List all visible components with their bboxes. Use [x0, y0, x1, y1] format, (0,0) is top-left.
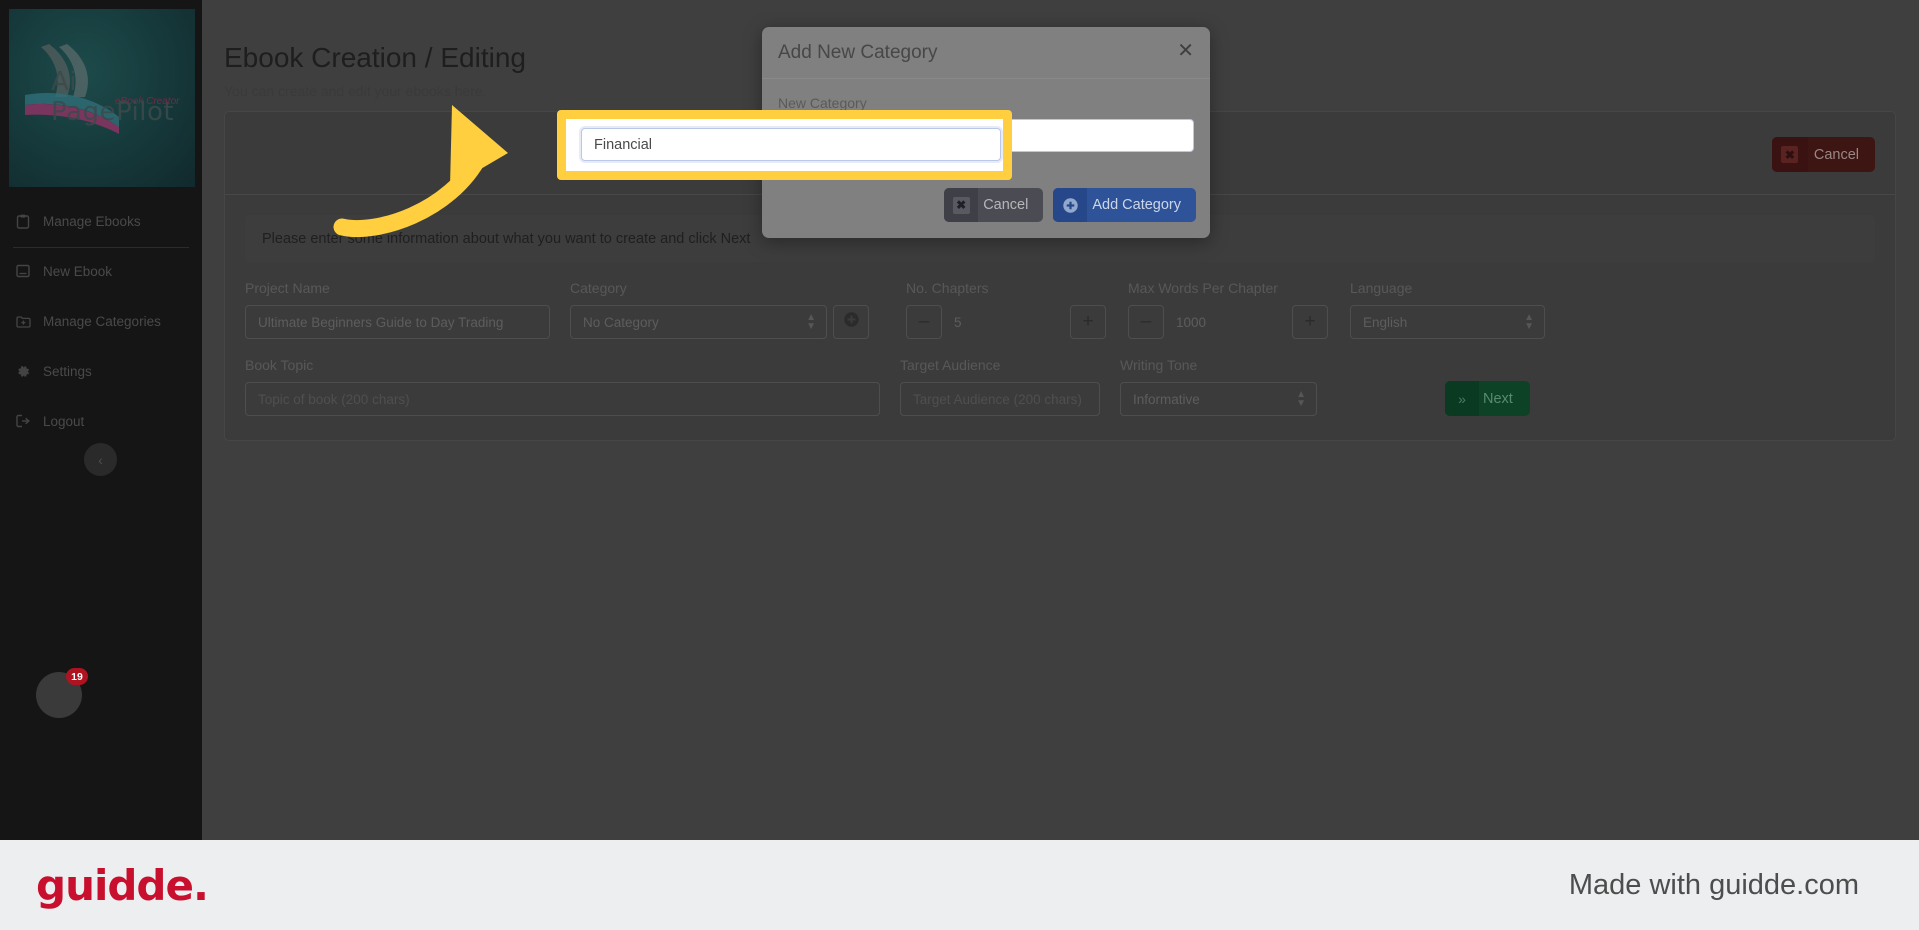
sidebar: Ai PagePilot eBook Creator Manage Ebooks… — [0, 0, 202, 840]
plus-circle-icon — [1053, 188, 1088, 222]
field-chapters: No. Chapters – 5 + — [906, 280, 1106, 339]
add-category-button[interactable] — [833, 305, 869, 339]
chevron-updown-icon: ▲ ▼ — [806, 312, 816, 332]
sidebar-item-label: Settings — [43, 363, 92, 379]
modal-cancel-button[interactable]: ✖ Cancel — [944, 188, 1044, 222]
chevron-left-icon: ‹ — [98, 451, 103, 468]
max-words-value[interactable]: 1000 — [1164, 305, 1292, 339]
sidebar-nav: Manage Ebooks New Ebook Manage Categorie… — [0, 196, 202, 446]
highlighted-new-category-input[interactable]: Financial — [581, 128, 1001, 161]
new-category-label: New Category — [778, 95, 867, 111]
application-screenshot: Ai PagePilot eBook Creator Manage Ebooks… — [0, 0, 1919, 840]
category-label: Category — [570, 280, 627, 296]
max-words-label: Max Words Per Chapter — [1128, 280, 1278, 296]
language-select-value: English — [1363, 314, 1408, 330]
modal-footer: ✖ Cancel Add Category — [944, 188, 1196, 222]
sidebar-item-label: New Ebook — [43, 263, 113, 279]
field-project-name: Project Name Ultimate Beginners Guide to… — [245, 280, 550, 339]
chapters-label: No. Chapters — [906, 280, 989, 296]
app-logo: Ai PagePilot eBook Creator — [9, 9, 195, 187]
sidebar-item-settings[interactable]: Settings — [0, 346, 202, 396]
next-button[interactable]: » Next — [1445, 381, 1530, 416]
field-category: Category No Category ▲ ▼ — [570, 280, 880, 339]
notification-badge: 19 — [66, 668, 88, 685]
target-audience-label: Target Audience — [900, 357, 1001, 373]
project-name-input[interactable]: Ultimate Beginners Guide to Day Trading — [245, 305, 550, 339]
sidebar-item-label: Manage Ebooks — [43, 213, 141, 229]
max-words-stepper: – 1000 + — [1128, 305, 1328, 339]
book-topic-input[interactable]: Topic of book (200 chars) — [245, 382, 880, 416]
modal-header: Add New Category ✕ — [762, 27, 1210, 79]
max-words-decrement-button[interactable]: – — [1128, 305, 1164, 339]
sidebar-item-logout[interactable]: Logout — [0, 396, 202, 446]
folder-plus-icon — [15, 313, 31, 329]
book-icon — [15, 263, 31, 279]
x-icon: ✖ — [1771, 137, 1808, 172]
logout-icon — [15, 413, 31, 429]
cancel-button-top[interactable]: ✖ Cancel — [1771, 137, 1875, 172]
sidebar-item-label: Logout — [43, 413, 85, 429]
made-with-guidde-text: Made with guidde.com — [1568, 868, 1859, 901]
next-button-wrap: » Next — [1445, 381, 1530, 416]
chapters-decrement-button[interactable]: – — [906, 305, 942, 339]
form-row-2: Book Topic Topic of book (200 chars) Tar… — [245, 357, 1875, 416]
field-max-words: Max Words Per Chapter – 1000 + — [1128, 280, 1328, 339]
modal-add-category-button[interactable]: Add Category — [1053, 188, 1196, 222]
close-icon[interactable]: ✕ — [1177, 41, 1194, 61]
plus-circle-icon — [843, 311, 860, 333]
form-row-1: Project Name Ultimate Beginners Guide to… — [245, 280, 1875, 339]
project-name-label: Project Name — [245, 280, 330, 296]
chapters-value[interactable]: 5 — [942, 305, 1070, 339]
guidde-logo: guidde. — [36, 860, 209, 910]
writing-tone-select[interactable]: Informative ▲ ▼ — [1120, 382, 1317, 416]
book-topic-label: Book Topic — [245, 357, 314, 373]
writing-tone-label: Writing Tone — [1120, 357, 1198, 373]
language-select[interactable]: English ▲ ▼ — [1350, 305, 1545, 339]
sidebar-collapse-button[interactable]: ‹ — [84, 443, 117, 476]
modal-cancel-label: Cancel — [983, 197, 1029, 213]
page-title: Ebook Creation / Editing — [224, 42, 526, 73]
field-book-topic: Book Topic Topic of book (200 chars) — [245, 357, 880, 416]
language-label: Language — [1350, 280, 1413, 296]
sidebar-item-new-ebook[interactable]: New Ebook — [0, 246, 202, 296]
field-writing-tone: Writing Tone Informative ▲ ▼ — [1120, 357, 1317, 416]
sidebar-divider — [13, 247, 189, 248]
category-select-value: No Category — [583, 314, 659, 330]
gear-icon — [15, 363, 31, 379]
chevron-updown-icon: ▲ ▼ — [1524, 312, 1534, 332]
highlight-box: Financial — [557, 110, 1012, 180]
sidebar-item-manage-categories[interactable]: Manage Categories — [0, 296, 202, 346]
chevron-updown-icon: ▲ ▼ — [1296, 389, 1306, 409]
sidebar-item-manage-ebooks[interactable]: Manage Ebooks — [0, 196, 202, 246]
next-button-label: Next — [1483, 390, 1513, 407]
modal-add-category-label: Add Category — [1092, 197, 1181, 213]
field-target-audience: Target Audience Target Audience (200 cha… — [900, 357, 1100, 416]
target-audience-input[interactable]: Target Audience (200 chars) — [900, 382, 1100, 416]
chapters-stepper: – 5 + — [906, 305, 1106, 339]
sidebar-item-label: Manage Categories — [43, 313, 161, 329]
category-select[interactable]: No Category ▲ ▼ — [570, 305, 827, 339]
annotation-arrow — [333, 105, 508, 238]
x-icon: ✖ — [944, 188, 979, 222]
chapters-increment-button[interactable]: + — [1070, 305, 1106, 339]
field-language: Language English ▲ ▼ — [1350, 280, 1545, 339]
modal-title: Add New Category — [778, 41, 938, 63]
writing-tone-select-value: Informative — [1133, 391, 1200, 407]
clipboard-icon — [15, 213, 31, 229]
double-chevron-right-icon: » — [1445, 381, 1479, 416]
guidde-footer: guidde. Made with guidde.com — [0, 840, 1919, 930]
logo-tagline: eBook Creator — [115, 96, 180, 107]
max-words-increment-button[interactable]: + — [1292, 305, 1328, 339]
cancel-button-label: Cancel — [1813, 146, 1859, 163]
app-root: Ai PagePilot eBook Creator Manage Ebooks… — [0, 0, 1919, 930]
